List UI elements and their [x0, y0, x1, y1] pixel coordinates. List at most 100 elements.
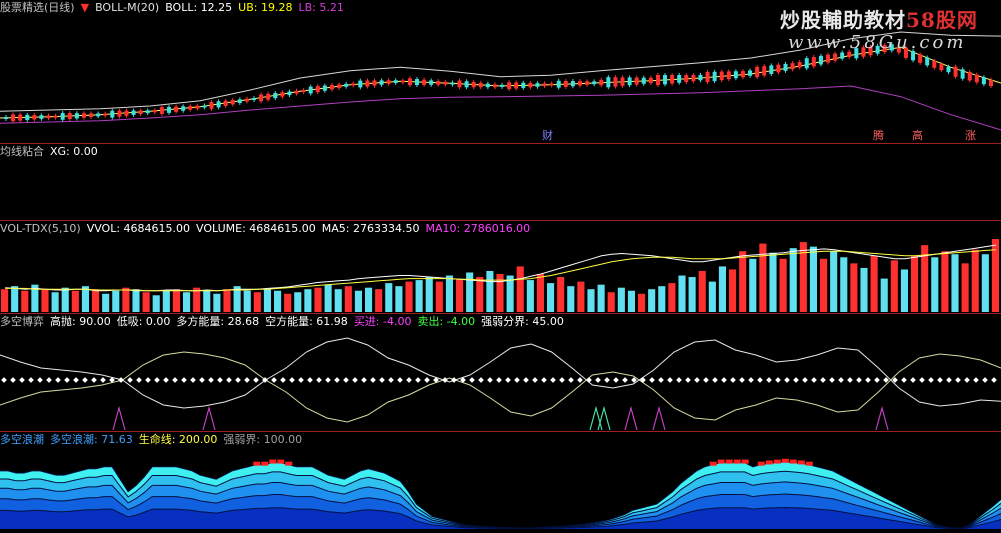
volume-bar: [1, 289, 9, 312]
volume-bar: [678, 275, 686, 312]
volume-bar: [334, 289, 342, 312]
candle-body: [266, 93, 271, 100]
divider-dot: [352, 377, 358, 383]
divider-dot: [100, 377, 106, 383]
volume-bar: [203, 290, 211, 312]
buy-signal-icon: [597, 405, 611, 431]
divider-dot: [415, 377, 421, 383]
divider-dot: [325, 377, 331, 383]
candle-body: [613, 77, 618, 87]
candle-body: [726, 71, 731, 80]
candle-body: [507, 82, 512, 90]
candle-body: [53, 115, 58, 118]
vol-items: VVOL: 4684615.00 VOLUME: 4684615.00 MA5: 2…: [87, 222, 531, 235]
volume-bar: [304, 289, 312, 312]
candle-body: [776, 64, 781, 73]
divider-dot: [811, 377, 817, 383]
divider-dot: [559, 377, 565, 383]
vol-header: VOL-TDX(5,10) VVOL: 4684615.00 VOLUME: 46…: [0, 221, 530, 235]
divider-dot: [1, 377, 7, 383]
wave-peak-cap: [781, 458, 789, 463]
wave-peak-cap: [773, 459, 781, 464]
volume-bar: [911, 255, 919, 312]
divider-dot: [10, 377, 16, 383]
divider-dot: [838, 377, 844, 383]
volume-bar: [739, 251, 747, 312]
divider-dot: [424, 377, 430, 383]
divider-dot: [127, 377, 133, 383]
divider-dot: [244, 377, 250, 383]
candle-body: [712, 71, 717, 82]
boll-item-0: BOLL: 12.25: [165, 0, 233, 14]
candle-body: [620, 77, 625, 86]
candle-body: [719, 71, 724, 81]
candle-body: [358, 80, 363, 88]
volume-bar: [627, 290, 635, 312]
volume-bar: [769, 252, 777, 312]
volume-bar: [809, 246, 817, 312]
candle-body: [740, 71, 745, 78]
divider-dot: [514, 377, 520, 383]
volume-bar: [71, 290, 79, 312]
divider-dot: [190, 377, 196, 383]
wave-peak-cap: [757, 461, 765, 466]
divider-dot: [847, 377, 853, 383]
buy-signal-icon: [112, 405, 126, 431]
divider-dot: [19, 377, 25, 383]
divider-dot: [622, 377, 628, 383]
volume-bar: [375, 289, 383, 312]
divider-dot: [253, 377, 259, 383]
candle-body: [946, 66, 951, 73]
volume-bar: [365, 287, 373, 312]
duokong-items: 高抛: 90.00 低吸: 0.00 多方能量: 28.68 空方能量: 61.98 买…: [50, 315, 564, 328]
duokong-line-1: [0, 351, 1001, 423]
volume-bar: [324, 284, 332, 312]
volume-bar: [61, 287, 69, 312]
candle-body: [939, 64, 944, 71]
divider-dot: [388, 377, 394, 383]
divider-dot: [739, 377, 745, 383]
candle-body: [379, 80, 384, 85]
divider-dot: [442, 377, 448, 383]
candle-body: [252, 98, 257, 101]
volume-bar: [547, 283, 555, 312]
chart-stage: 股票精选(日线) ▼ BOLL-M(20) BOLL: 12.25 UB: 19.…: [0, 0, 1001, 530]
wave-peak-cap: [789, 459, 797, 464]
volume-bar: [112, 290, 120, 312]
volume-bar: [92, 289, 100, 312]
candle-body: [18, 114, 23, 121]
divider-dot: [964, 377, 970, 383]
volume-bar: [516, 266, 524, 312]
divider-dot: [874, 377, 880, 383]
candle-body: [705, 71, 710, 83]
candle-body: [39, 115, 44, 119]
candle-body: [677, 75, 682, 83]
volume-bar: [597, 284, 605, 312]
divider-dot: [604, 377, 610, 383]
divider-dot: [235, 377, 241, 383]
candle-body: [634, 77, 639, 85]
volume-bar: [263, 289, 271, 312]
volume-bar: [900, 269, 908, 312]
candle-body: [485, 83, 490, 88]
candle-body: [556, 80, 561, 88]
wave-peak-cap: [797, 460, 805, 465]
boll-line-lb: [0, 85, 1001, 131]
divider-dot: [397, 377, 403, 383]
xg-header: 均线粘合 XG: 0.00: [0, 144, 98, 158]
candle-body: [344, 83, 349, 87]
candle-body: [145, 110, 150, 114]
candle-body: [981, 77, 986, 85]
divider-dot: [145, 377, 151, 383]
buy-signal-icon: [202, 405, 216, 431]
divider-dot: [307, 377, 313, 383]
volume-bar: [193, 287, 201, 312]
divider-dot: [289, 377, 295, 383]
divider-dot: [856, 377, 862, 383]
volume-bar: [11, 286, 19, 312]
divider-dot: [154, 377, 160, 383]
divider-dot: [298, 377, 304, 383]
candle-body: [273, 92, 278, 99]
candle-body: [166, 106, 171, 113]
divider-dot: [226, 377, 232, 383]
